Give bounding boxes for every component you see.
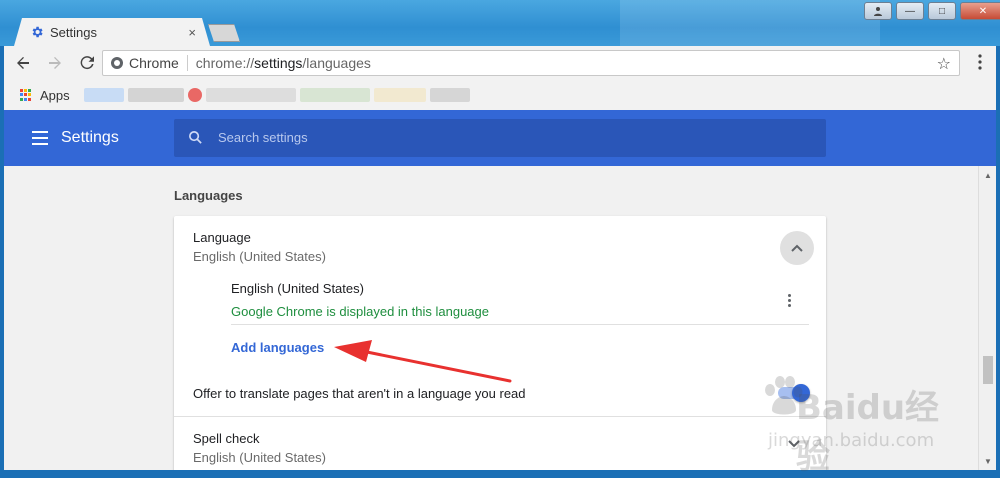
bookmark-item-redacted[interactable]	[205, 88, 296, 102]
watermark-brand: Baidu经验	[796, 388, 940, 477]
divider	[231, 324, 809, 325]
minimize-button[interactable]: —	[896, 2, 924, 20]
tab-close-button[interactable]: ×	[188, 25, 196, 40]
bookmark-item-redacted[interactable]	[83, 88, 124, 102]
close-window-button[interactable]: ✕	[960, 2, 1000, 20]
url-path: /languages	[302, 55, 371, 71]
spell-check-subtitle: English (United States)	[193, 450, 326, 465]
maximize-button[interactable]: □	[928, 2, 956, 20]
browser-toolbar: Chrome chrome://settings/languages ☆	[4, 46, 996, 80]
chrome-page-icon	[111, 57, 123, 69]
forward-arrow-icon	[49, 57, 61, 69]
search-placeholder: Search settings	[218, 130, 308, 145]
url-host: settings	[254, 55, 303, 71]
user-icon[interactable]	[864, 2, 892, 20]
address-bar[interactable]: Chrome chrome://settings/languages ☆	[102, 50, 960, 76]
url-prefix: chrome://	[195, 55, 255, 71]
bookmark-item-redacted[interactable]	[429, 88, 470, 102]
language-item-menu-button[interactable]	[786, 294, 792, 310]
bookmarks-bar: Apps	[4, 80, 996, 110]
language-item-note: Google Chrome is displayed in this langu…	[231, 304, 489, 319]
window-titlebar: Settings × — □ ✕	[0, 0, 1000, 46]
window-controls: — □ ✕	[864, 2, 1000, 20]
address-url: chrome://settings/languages	[196, 55, 371, 71]
forward-button[interactable]	[42, 50, 68, 76]
search-input[interactable]: Search settings	[174, 119, 826, 157]
tab-title: Settings	[50, 24, 97, 40]
bookmark-item-redacted[interactable]	[127, 88, 184, 102]
bookmark-item-redacted[interactable]	[373, 88, 426, 102]
new-tab-button[interactable]	[208, 24, 240, 42]
scrollbar-thumb[interactable]	[983, 356, 993, 384]
spell-check-title: Spell check	[193, 431, 260, 446]
settings-header: Settings Search settings	[4, 110, 996, 166]
gear-icon	[32, 26, 43, 38]
reload-button[interactable]	[74, 50, 100, 76]
page-scrollbar[interactable]: ▲ ▼	[978, 166, 996, 470]
reload-icon	[80, 56, 94, 70]
bookmark-star-icon[interactable]: ☆	[937, 54, 951, 74]
bookmark-item-redacted[interactable]	[299, 88, 370, 102]
apps-grid-icon[interactable]	[20, 89, 32, 101]
back-button[interactable]	[10, 50, 36, 76]
titlebar-background-decoration	[620, 0, 880, 46]
collapse-languages-button[interactable]	[780, 231, 814, 265]
apps-bookmark[interactable]: Apps	[40, 88, 70, 103]
tab-settings[interactable]: Settings ×	[14, 18, 210, 46]
chevron-up-icon	[791, 244, 803, 252]
divider	[174, 416, 826, 417]
offer-translate-label: Offer to translate pages that aren't in …	[193, 386, 526, 401]
back-arrow-icon	[17, 57, 29, 69]
watermark-url: jingyan.baidu.com	[768, 430, 935, 451]
language-item-name: English (United States)	[231, 281, 364, 296]
chrome-menu-button[interactable]	[978, 54, 982, 73]
page-title: Settings	[61, 129, 119, 146]
scroll-down-arrow-icon[interactable]: ▼	[979, 454, 997, 468]
address-scheme-label: Chrome	[129, 55, 188, 71]
scroll-up-arrow-icon[interactable]: ▲	[979, 168, 997, 182]
languages-card: Language English (United States) English…	[174, 216, 826, 470]
language-subtitle: English (United States)	[193, 249, 326, 264]
add-languages-link[interactable]: Add languages	[231, 340, 324, 355]
search-icon	[189, 131, 202, 144]
watermark: Baidu经验 jingyan.baidu.com	[760, 372, 960, 477]
language-title: Language	[193, 230, 251, 245]
more-vert-icon	[978, 54, 982, 70]
section-title: Languages	[174, 188, 243, 203]
bookmark-favicon	[187, 88, 202, 102]
hamburger-menu-icon[interactable]	[32, 131, 48, 145]
